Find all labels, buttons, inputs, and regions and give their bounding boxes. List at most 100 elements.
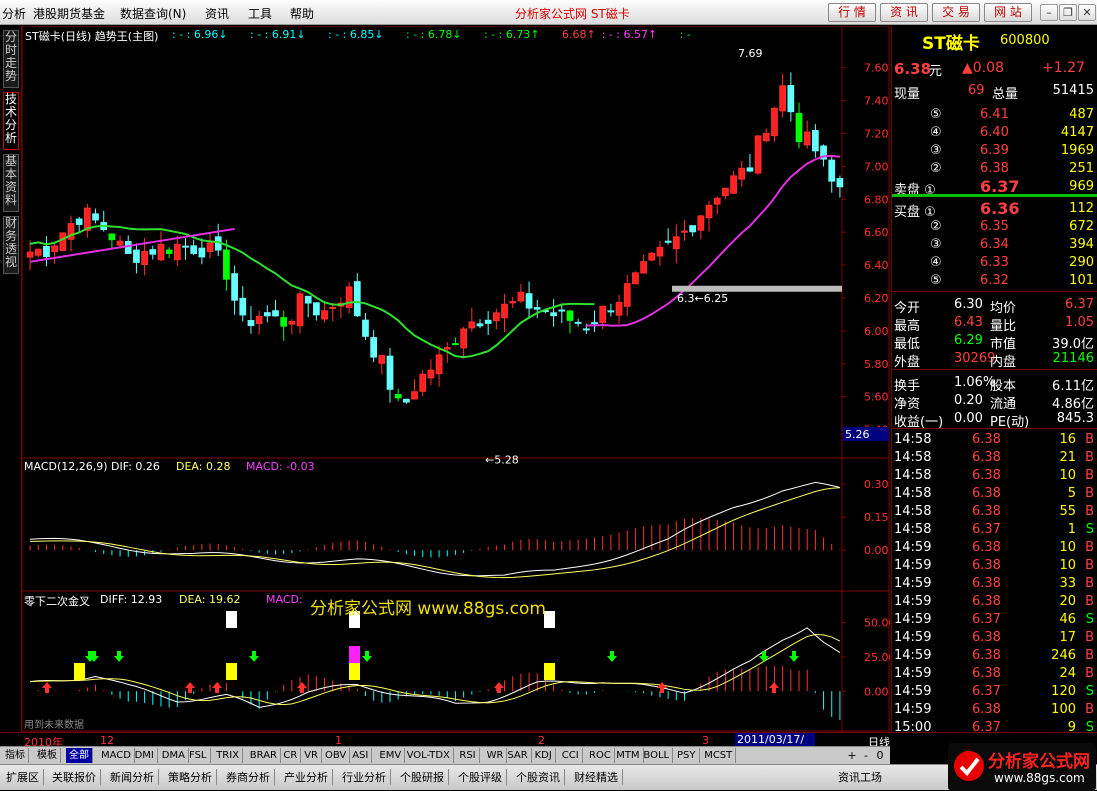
price-axis-label: 6.20 [864, 292, 889, 305]
indicator-tab-kdj[interactable]: KDJ [532, 748, 556, 763]
logo-icon [954, 751, 984, 781]
tick-side: B [1085, 648, 1094, 663]
indicator-tab-trix[interactable]: TRIX [213, 748, 244, 763]
close-icon[interactable]: ✕ [1078, 4, 1096, 21]
main-value-0: : - : 6.96↓ [172, 28, 228, 41]
menu-news[interactable]: 资讯 [205, 5, 229, 22]
candle-body [411, 391, 418, 400]
price-axis-label: 6.60 [864, 226, 889, 239]
indicator-tab-asi[interactable]: ASI [349, 748, 373, 763]
menu-help[interactable]: 帮助 [290, 5, 314, 22]
bottom-tab[interactable]: 行业分析 [342, 769, 391, 785]
info-button[interactable]: 资 讯 [880, 3, 928, 22]
bottom-tab[interactable]: 新闻分析 [110, 769, 159, 785]
tab-intraday[interactable]: 分时走势 [3, 30, 19, 88]
nav-button[interactable]: + [846, 748, 858, 763]
main-value-2: : - : 6.85↓ [328, 28, 384, 41]
indicator-tab-cci[interactable]: CCI [559, 748, 583, 763]
high-annotation: 7.69 [738, 47, 763, 60]
resistance-bar [672, 285, 842, 292]
menu-data-query[interactable]: 数据查询(N) [120, 5, 186, 22]
tick-volume: 5 [1067, 486, 1076, 501]
nav-button[interactable]: 0 [874, 748, 886, 763]
restore-icon[interactable]: ❐ [1059, 4, 1077, 21]
sell-row: ⑤ 6.41 487 [892, 105, 1097, 123]
candle-body [108, 233, 116, 241]
bottom-tab[interactable]: 财经精选 [574, 769, 623, 785]
indicator-tab-psy[interactable]: PSY [674, 748, 700, 763]
indicator-tab-roc[interactable]: ROC [586, 748, 615, 763]
macd-dea: DEA: 0.28 [176, 460, 231, 473]
tick-row: 14:58 6.38 21 B [892, 449, 1097, 467]
indicator-tab-rsi[interactable]: RSI [456, 748, 480, 763]
indicator-tab-macd[interactable]: MACD [98, 748, 135, 763]
tick-price: 6.38 [972, 432, 1001, 447]
tick-price: 6.38 [972, 450, 1001, 465]
indicator-tab-cr[interactable]: CR [280, 748, 302, 763]
tick-time: 14:58 [894, 504, 932, 519]
nav-button[interactable]: - [860, 748, 872, 763]
tab-technical[interactable]: 技术分析 [3, 92, 19, 150]
stat-label: 内盘 [990, 355, 1017, 370]
indicator-tab-mtm[interactable]: MTM [613, 748, 644, 763]
tick-time: 14:58 [894, 468, 932, 483]
candle-body [370, 337, 378, 358]
indicator-tab-sar[interactable]: SAR [504, 748, 532, 763]
trade-button[interactable]: 交 易 [932, 3, 980, 22]
quote-button[interactable]: 行 情 [828, 3, 876, 22]
tick-volume: 21 [1059, 450, 1076, 465]
stock-name: ST磁卡 [922, 34, 980, 54]
chart-area[interactable]: 7.60 7.40 7.20 7.00 6.80 6.60 6.40 6.20 6.00 5.80… [22, 26, 890, 732]
macd-axis-label: 0.00 [864, 544, 889, 557]
bottom-tab[interactable]: 策略分析 [168, 769, 217, 785]
indicator-tab-vr[interactable]: VR [301, 748, 322, 763]
indicator-tab-boll[interactable]: BOLL [640, 748, 674, 763]
indicator-tab-brar[interactable]: BRAR [247, 748, 281, 763]
minimize-icon[interactable]: – [1040, 4, 1058, 21]
candle-body [525, 293, 533, 309]
indicator-tab-fsl[interactable]: FSL [186, 748, 211, 763]
menu-analysis[interactable]: 分析 [2, 5, 26, 22]
website-button[interactable]: 网 站 [984, 3, 1032, 22]
indicator-tab-obv[interactable]: OBV [322, 748, 351, 763]
buy-price: 6.32 [980, 273, 1009, 288]
buy-arrow-icon [769, 682, 779, 693]
bottom-tab[interactable]: 个股评级 [458, 769, 507, 785]
indicator-tab-vol-tdx[interactable]: VOL-TDX [404, 748, 454, 763]
bottom-tab[interactable]: 扩展区 [6, 769, 44, 785]
bottom-right-tab[interactable]: 资讯工场 [838, 769, 882, 785]
tick-row: 14:59 6.38 17 B [892, 629, 1097, 647]
bottom-tab[interactable]: 个股研报 [400, 769, 449, 785]
bottom-tab[interactable]: 关联报价 [52, 769, 101, 785]
menu-hk-futures[interactable]: 港股期货基金 [33, 5, 105, 22]
stat-value: 21146 [1052, 351, 1094, 366]
indicator-tab-全部[interactable]: 全部 [66, 748, 93, 763]
candle-body [247, 320, 255, 326]
buy-arrow-icon [297, 682, 307, 693]
indicator-tab-模板[interactable]: 模板 [34, 748, 61, 763]
indicator-tab-dmi[interactable]: DMI [132, 748, 158, 763]
tab-fundamentals[interactable]: 基本资料 [3, 154, 19, 212]
menu-tools[interactable]: 工具 [248, 5, 272, 22]
indicator-tab-dma[interactable]: DMA [159, 748, 189, 763]
tick-row: 14:59 6.38 33 B [892, 575, 1097, 593]
bottom-tab[interactable]: 产业分析 [284, 769, 333, 785]
candle-body [746, 167, 754, 172]
buy-row: ⑤ 6.32 101 [892, 271, 1097, 289]
tick-side: B [1085, 630, 1094, 645]
indicator-tab-指标[interactable]: 指标 [2, 748, 29, 763]
logo-text: 分析家公式网 [988, 752, 1090, 772]
stat-label: 外盘 [894, 355, 921, 370]
indicator-tab-mcst[interactable]: MCST [701, 748, 737, 763]
total-vol-label: 总量 [992, 87, 1019, 102]
sell-row: ③ 6.39 1969 [892, 141, 1097, 159]
buy-level: ③ [930, 237, 942, 252]
indicator-tab-emv[interactable]: EMV [376, 748, 406, 763]
bottom-tab[interactable]: 个股资讯 [516, 769, 565, 785]
tab-financials[interactable]: 财务透视 [3, 216, 19, 274]
future-data-note: 用到未来数据 [24, 720, 84, 731]
dif-line [30, 481, 841, 577]
kline-chart-svg[interactable]: 7.60 7.40 7.20 7.00 6.80 6.60 6.40 6.20 6.00 5.80… [22, 26, 890, 732]
tick-volume: 24 [1059, 666, 1076, 681]
bottom-tab[interactable]: 券商分析 [226, 769, 275, 785]
